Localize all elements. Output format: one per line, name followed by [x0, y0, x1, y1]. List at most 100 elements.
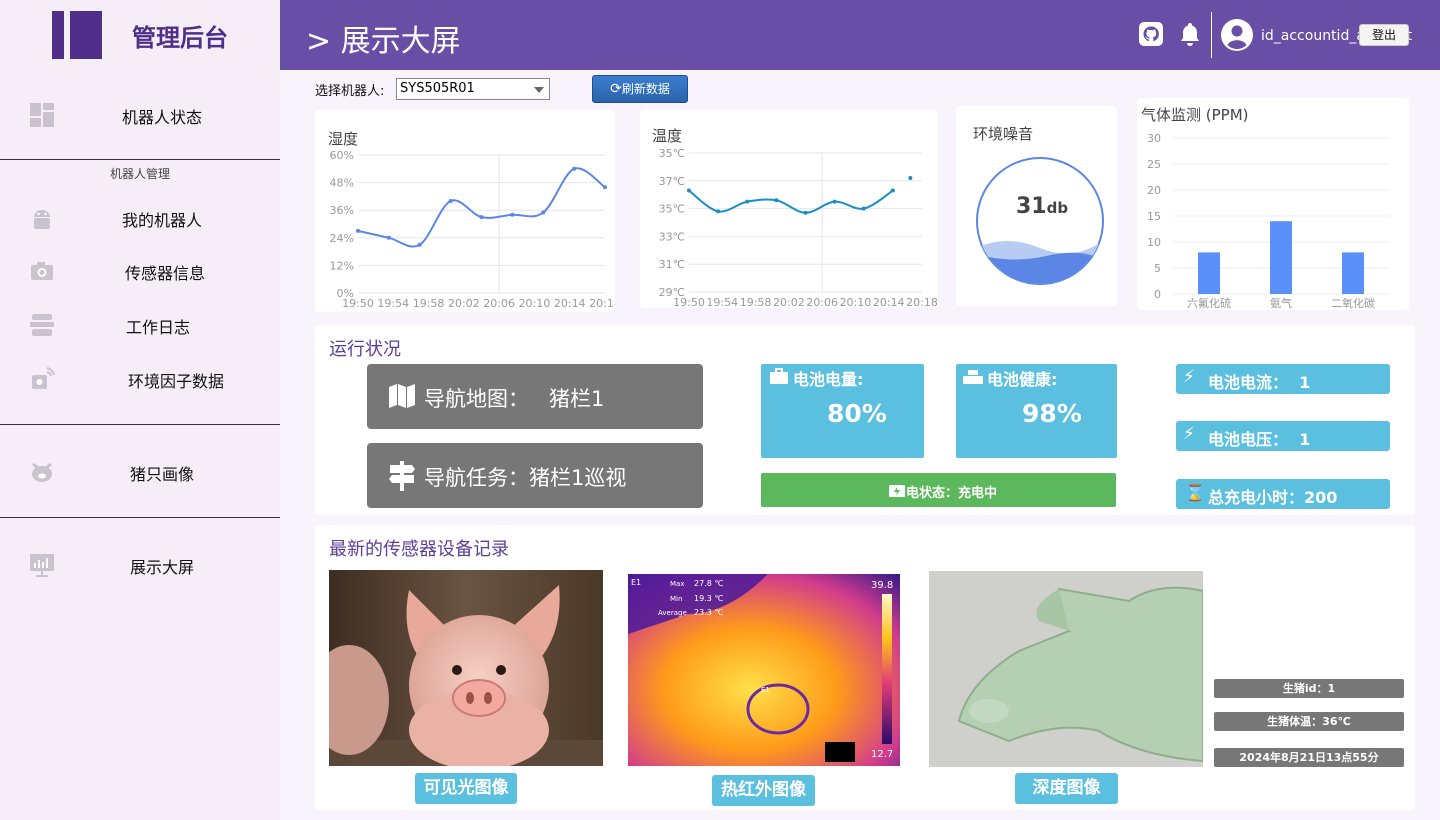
gas-card: 气体监测 (PPM) 0 5 10 15 20 25 30 六氟化硫 氨气 二氧化碳: [1137, 98, 1409, 310]
thermal-image[interactable]: E1 Max 27.8 ℃ Min 19.3 ℃ Average 23.3 ℃ …: [628, 574, 900, 766]
x-tick-label: 氨气: [1270, 296, 1292, 310]
x-tick-label: 20:06: [483, 297, 515, 310]
y-tick-label: 10: [1147, 236, 1161, 249]
sidebar-divider: [0, 159, 280, 160]
logout-button[interactable]: 登出: [1359, 24, 1409, 46]
robot-select[interactable]: SYS505R01: [396, 78, 550, 100]
y-tick-label: 35℃: [659, 147, 685, 160]
sidebar-item-my-robots[interactable]: 我的机器人: [0, 196, 280, 236]
visible-light-caption: 可见光图像: [415, 773, 517, 804]
sensor-icon: [32, 367, 55, 389]
page-title: > 展示大屏: [306, 24, 461, 59]
dashboard-icon: [30, 103, 54, 127]
timestamp-badge: 2024年8月21日13点55分: [1214, 748, 1404, 767]
y-tick-label: 36%: [330, 204, 354, 217]
x-tick-label: 20:02: [448, 297, 480, 310]
sidebar-item-work-log[interactable]: 工作日志: [0, 303, 280, 343]
data-point: [861, 206, 866, 211]
operation-title: 运行状况: [329, 339, 401, 360]
bar: [1270, 221, 1292, 294]
battery-health-value: 98%: [1022, 399, 1082, 428]
data-point: [803, 210, 808, 215]
gas-chart: 0 5 10 15 20 25 30 六氟化硫 氨气 二氧化碳: [1147, 132, 1389, 310]
y-tick-label: 12%: [330, 259, 354, 272]
data-point: [386, 235, 391, 240]
thermal-corner-label: E1: [631, 578, 641, 587]
x-tick-label: 20:02: [773, 296, 805, 308]
sidebar-item-label: 机器人状态: [122, 108, 203, 127]
thermal-center-mark: E1: [761, 686, 770, 694]
chevron-down-icon: [534, 87, 544, 93]
x-tick-label: 19:50: [342, 297, 374, 310]
charge-status-bar: 电状态：充电中: [761, 473, 1116, 507]
depth-caption: 深度图像: [1015, 773, 1118, 804]
data-point: [687, 188, 691, 193]
y-tick-label: 48%: [330, 177, 354, 190]
hours-pill: ⌛ 总充电小时：200: [1176, 479, 1390, 509]
bar: [1198, 252, 1220, 294]
data-point: [479, 215, 484, 220]
log-icon: [30, 314, 54, 336]
battery-health-label: 电池健康:: [987, 370, 1058, 389]
x-tick-label: 20:14: [554, 297, 586, 310]
pig-temp-badge: 生猪体温：36℃: [1214, 712, 1404, 731]
x-tick-label: 19:54: [706, 296, 738, 308]
thermal-min-label: Min: [670, 595, 682, 603]
bar: [1342, 252, 1364, 294]
depth-image[interactable]: [929, 571, 1203, 767]
sidebar-item-label: 我的机器人: [122, 211, 203, 230]
hourglass-icon: ⌛: [1185, 483, 1205, 502]
sidebar-item-label: 展示大屏: [130, 558, 195, 577]
sidebar: 管理后台 机器人状态 机器人管理 我的机器人 传感器信息 工作日志 环境因子数据…: [0, 0, 280, 820]
map-icon: [389, 384, 415, 408]
voltage-pill: ⚡ 电池电压： 1: [1176, 421, 1390, 451]
robot-select-value: SYS505R01: [400, 81, 475, 96]
thermal-scale-top: 39.8: [871, 580, 893, 591]
humidity-card: 湿度 60% 48% 36% 24% 12% 0% 19:50 19:54 19:58 20:02…: [315, 110, 615, 312]
x-tick-label: 20:10: [519, 297, 551, 310]
top-header: > 展示大屏 id_accountid_account 登出: [280, 0, 1440, 70]
refresh-label: 刷新数据: [621, 82, 670, 96]
x-tick-label: 20:10: [840, 296, 872, 308]
thermal-scale-bottom: 12.7: [871, 749, 893, 760]
sidebar-item-display-screen[interactable]: 展示大屏: [0, 543, 280, 583]
lightning-icon: ⚡: [1183, 424, 1195, 444]
data-point: [890, 188, 895, 193]
github-icon[interactable]: [1139, 22, 1163, 46]
current-pill: ⚡ 电池电流： 1: [1176, 364, 1390, 394]
thermal-caption: 热红外图像: [712, 775, 815, 806]
hours-text: 总充电小时：200: [1208, 488, 1338, 507]
y-tick-label: 24%: [330, 232, 354, 245]
visible-light-image[interactable]: [329, 570, 603, 766]
series-line: [357, 167, 606, 248]
avatar-icon[interactable]: [1221, 19, 1253, 51]
camera-icon: [31, 262, 53, 280]
x-tick-label: 19:54: [377, 297, 409, 310]
sidebar-item-pig-portrait[interactable]: 猪只画像: [0, 450, 280, 490]
nav-task-box: 导航任务：猪栏1巡视: [367, 443, 703, 508]
battery-health-box: 电池健康: 98%: [956, 364, 1117, 458]
data-point: [716, 209, 721, 214]
nav-task-text: 导航任务：猪栏1巡视: [424, 466, 627, 490]
sidebar-item-sensor-info[interactable]: 传感器信息: [0, 249, 280, 289]
refresh-button[interactable]: ⟳刷新数据: [592, 75, 688, 103]
sidebar-item-env-data[interactable]: 环境因子数据: [0, 357, 280, 397]
x-tick-label: 19:58: [413, 297, 445, 310]
y-tick-label: 25: [1147, 158, 1161, 171]
x-tick-label: 19:50: [673, 296, 705, 308]
pig-icon: [32, 462, 52, 482]
data-point: [603, 185, 607, 190]
noise-unit: db: [1046, 199, 1069, 217]
bell-icon[interactable]: [1178, 20, 1202, 48]
sidebar-item-robot-status[interactable]: 机器人状态: [0, 93, 280, 133]
y-tick-label: 60%: [330, 149, 354, 162]
app-title: 管理后台: [132, 24, 228, 52]
x-tick-label: 二氧化碳: [1331, 296, 1375, 310]
lightning-a-icon: ⚡: [1183, 367, 1195, 387]
nav-map-box: 导航地图： 猪栏1: [367, 364, 703, 429]
charging-battery-icon: [889, 485, 905, 497]
sidebar-divider: [0, 517, 280, 518]
y-tick-label: 35℃: [659, 203, 685, 216]
x-tick-label: 20:18: [589, 297, 615, 310]
logo[interactable]: 管理后台: [0, 0, 280, 70]
